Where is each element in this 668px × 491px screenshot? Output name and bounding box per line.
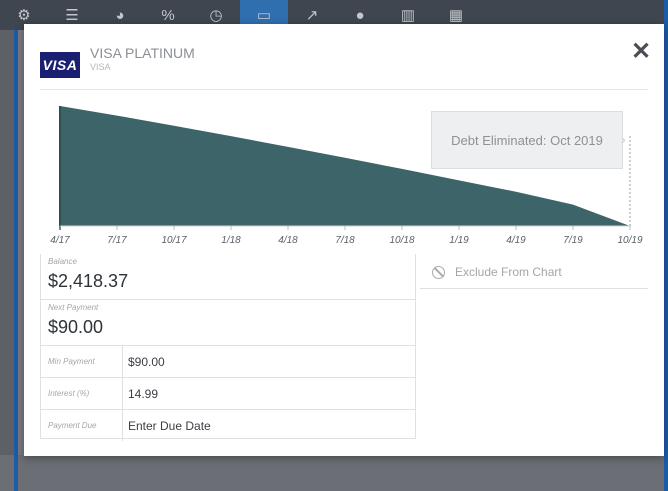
next-payment-block: Next Payment $90.00 [41, 300, 415, 346]
x-tick-label: 4/18 [278, 235, 298, 246]
x-tick-label: 7/17 [107, 235, 127, 246]
account-detail-modal: VISA VISA PLATINUM VISA ✕ 4/17 7/17 10/17 1… [24, 24, 664, 456]
ban-icon [432, 265, 445, 279]
account-name: VISA PLATINUM [90, 45, 195, 61]
account-details: Balance $2,418.37 Next Payment $90.00 Mi… [24, 254, 664, 456]
row-divider [122, 378, 123, 409]
details-panel: Balance $2,418.37 Next Payment $90.00 Mi… [40, 254, 416, 441]
exclude-label: Exclude From Chart [455, 265, 562, 279]
x-tick-label: 4/17 [50, 235, 70, 246]
debt-eliminated-tooltip: Debt Eliminated: Oct 2019 [431, 111, 623, 169]
window-border-left [14, 30, 18, 491]
min-payment-label: Min Payment [48, 357, 95, 366]
close-icon[interactable]: ✕ [630, 38, 652, 65]
modal-header: VISA VISA PLATINUM VISA ✕ [24, 24, 664, 86]
interest-value[interactable]: 14.99 [128, 387, 158, 401]
row-divider [122, 410, 123, 441]
header-divider [40, 89, 648, 90]
x-tick-label: 4/19 [506, 235, 526, 246]
min-payment-row[interactable]: Min Payment $90.00 [41, 346, 415, 378]
x-tick-label: 1/18 [221, 235, 241, 246]
payment-due-value[interactable]: Enter Due Date [128, 419, 211, 433]
balance-block: Balance $2,418.37 [41, 254, 415, 300]
row-divider [122, 346, 123, 377]
min-payment-value[interactable]: $90.00 [128, 355, 165, 369]
app-footer [0, 455, 668, 491]
x-tick-label: 7/18 [335, 235, 355, 246]
next-payment-value: $90.00 [48, 317, 104, 337]
x-tick-label: 7/19 [563, 235, 583, 246]
next-payment-label: Next Payment [48, 303, 99, 312]
x-tick-label: 10/17 [161, 235, 186, 246]
window-border-right [664, 0, 668, 491]
x-tick-label: 10/19 [617, 235, 642, 246]
balance-label: Balance [48, 257, 77, 266]
x-tick-label: 1/19 [449, 235, 469, 246]
account-issuer: VISA [90, 62, 111, 72]
interest-row[interactable]: Interest (%) 14.99 [41, 378, 415, 410]
payment-due-label: Payment Due [48, 421, 97, 430]
exclude-from-chart-button[interactable]: Exclude From Chart [420, 256, 648, 289]
x-tick-label: 10/18 [389, 235, 414, 246]
balance-value: $2,418.37 [48, 271, 129, 291]
interest-label: Interest (%) [48, 389, 90, 398]
payment-due-row[interactable]: Payment Due Enter Due Date [41, 410, 415, 441]
visa-logo: VISA [40, 52, 80, 78]
tooltip-chevron-icon: › [621, 131, 626, 147]
